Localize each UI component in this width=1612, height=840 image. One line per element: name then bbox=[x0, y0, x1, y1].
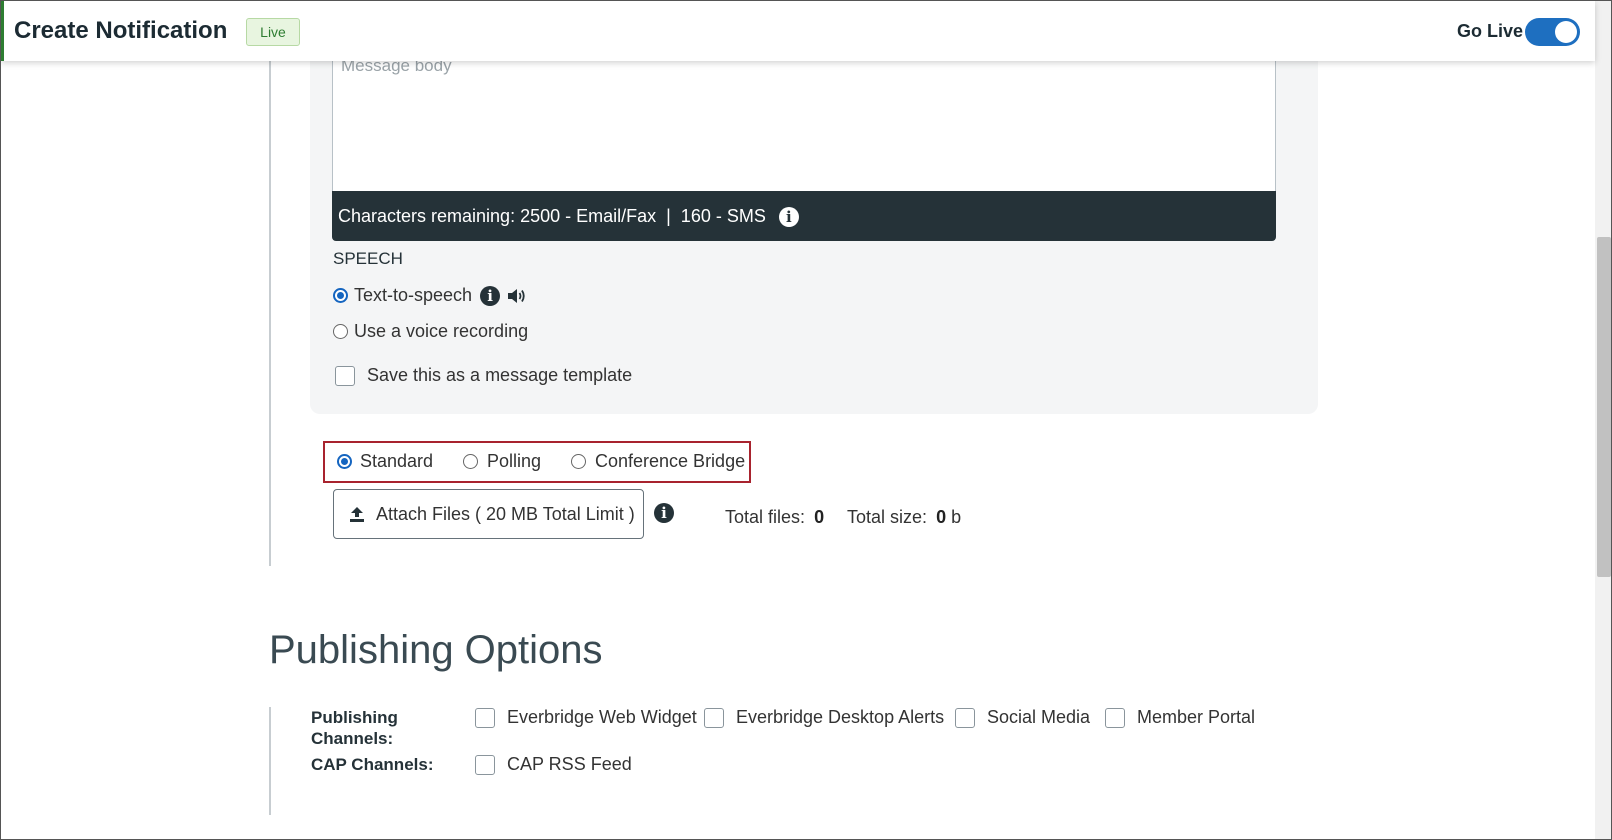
cap-channels-label: CAP Channels: bbox=[311, 755, 434, 774]
channel-cap-rss[interactable]: CAP RSS Feed bbox=[475, 754, 632, 775]
channel-social-media[interactable]: Social Media bbox=[955, 707, 1090, 728]
section-rule bbox=[269, 707, 271, 815]
channel-checkbox[interactable] bbox=[1105, 707, 1125, 728]
speaker-icon[interactable] bbox=[506, 286, 528, 306]
radio-standard[interactable] bbox=[337, 454, 352, 469]
radio-polling[interactable] bbox=[463, 454, 478, 469]
go-live-toggle[interactable] bbox=[1525, 18, 1580, 46]
attach-files-label: Attach Files ( 20 MB Total Limit ) bbox=[376, 503, 635, 524]
section-rule bbox=[269, 61, 271, 566]
char-count-bar: Characters remaining: 2500 - Email/Fax |… bbox=[332, 191, 1276, 241]
page-title: Create Notification bbox=[14, 17, 228, 44]
attach-files-button[interactable]: Attach Files ( 20 MB Total Limit ) bbox=[333, 489, 644, 539]
top-bar: Create Notification Live Go Live bbox=[1, 1, 1595, 61]
publishing-channels-label: Publishing Channels: bbox=[311, 708, 398, 748]
scrollbar-thumb[interactable] bbox=[1597, 237, 1611, 577]
speech-option-label: Use a voice recording bbox=[354, 321, 529, 341]
status-badge: Live bbox=[246, 18, 300, 46]
message-type-label: Conference Bridge bbox=[595, 451, 746, 471]
speech-option-recording[interactable]: Use a voice recording bbox=[333, 321, 528, 342]
total-files-value: 0 bbox=[814, 507, 825, 527]
message-type-conference[interactable]: Conference Bridge bbox=[571, 451, 745, 472]
total-size-value: 0 bbox=[936, 507, 947, 527]
char-count-text: Characters remaining: 2500 - Email/Fax |… bbox=[338, 206, 766, 226]
speech-option-label: Text-to-speech bbox=[354, 285, 473, 305]
speech-option-tts[interactable]: Text-to-speech i bbox=[333, 285, 528, 306]
app-window: Message body Characters remaining: 2500 … bbox=[0, 0, 1612, 840]
message-type-polling[interactable]: Polling bbox=[463, 451, 541, 472]
go-live-label: Go Live bbox=[1457, 21, 1524, 41]
toggle-knob bbox=[1555, 21, 1577, 43]
radio-tts[interactable] bbox=[333, 288, 348, 303]
channel-checkbox[interactable] bbox=[955, 707, 975, 728]
channel-web-widget[interactable]: Everbridge Web Widget bbox=[475, 707, 697, 728]
channel-label: Everbridge Desktop Alerts bbox=[736, 707, 945, 727]
total-files: Total files: 0 bbox=[725, 507, 824, 528]
total-size-label: Total size: bbox=[847, 507, 928, 527]
channel-desktop-alerts[interactable]: Everbridge Desktop Alerts bbox=[704, 707, 944, 728]
info-icon[interactable]: i bbox=[778, 207, 799, 228]
channel-label: Social Media bbox=[987, 707, 1091, 727]
message-type-label: Polling bbox=[487, 451, 542, 471]
channel-label: Member Portal bbox=[1137, 707, 1256, 727]
radio-recording[interactable] bbox=[333, 324, 348, 339]
total-size: Total size: 0 b bbox=[847, 507, 961, 528]
info-icon[interactable]: i bbox=[654, 503, 674, 523]
save-template-label: Save this as a message template bbox=[367, 365, 633, 385]
channel-member-portal[interactable]: Member Portal bbox=[1105, 707, 1255, 728]
total-size-unit: b bbox=[951, 507, 962, 527]
channel-label: Everbridge Web Widget bbox=[507, 707, 697, 727]
radio-conference[interactable] bbox=[571, 454, 586, 469]
channel-checkbox[interactable] bbox=[704, 707, 724, 728]
publishing-options-heading: Publishing Options bbox=[269, 628, 603, 672]
message-body-input[interactable]: Message body bbox=[332, 41, 1276, 191]
message-type-label: Standard bbox=[360, 451, 434, 471]
channel-checkbox[interactable] bbox=[475, 707, 495, 728]
channel-label: CAP RSS Feed bbox=[507, 754, 632, 774]
channel-checkbox[interactable] bbox=[475, 754, 495, 775]
save-template-checkbox[interactable] bbox=[335, 365, 355, 386]
save-template-option[interactable]: Save this as a message template bbox=[335, 365, 632, 386]
total-files-label: Total files: bbox=[725, 507, 806, 527]
speech-heading: SPEECH bbox=[333, 249, 403, 268]
info-icon[interactable]: i bbox=[480, 285, 501, 306]
upload-icon bbox=[350, 507, 364, 522]
message-type-standard[interactable]: Standard bbox=[337, 451, 433, 472]
